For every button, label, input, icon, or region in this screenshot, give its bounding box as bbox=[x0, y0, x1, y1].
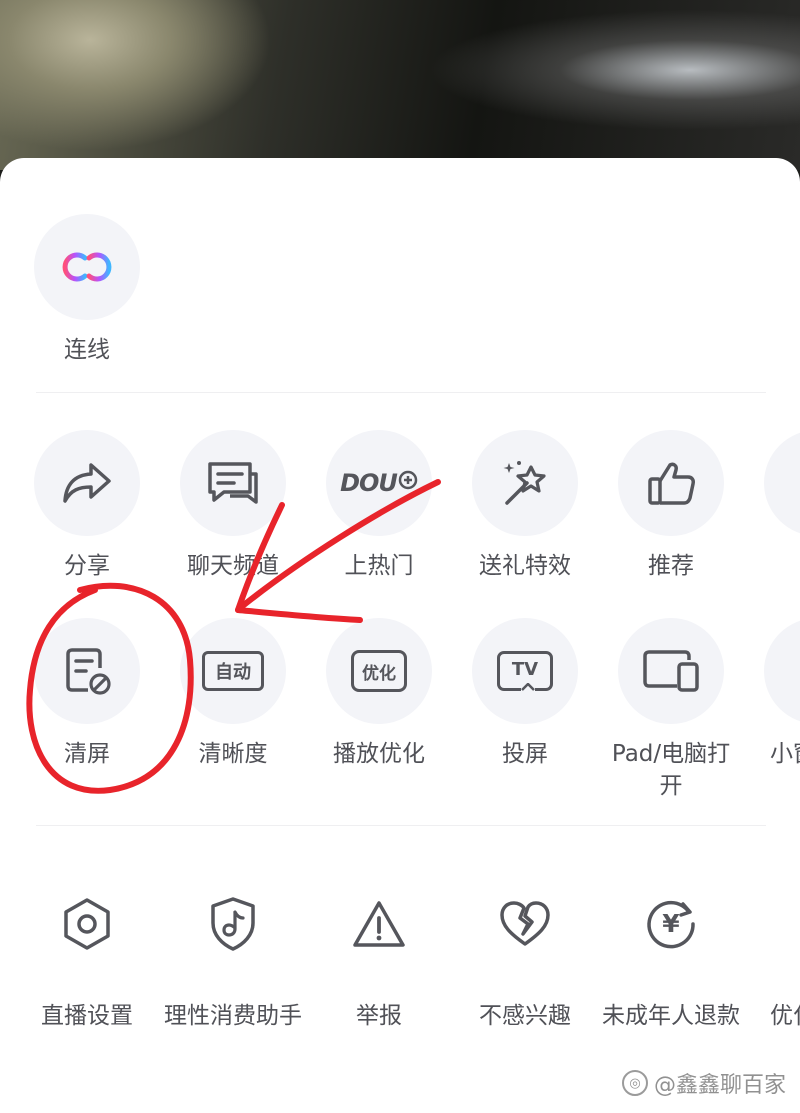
section-divider bbox=[36, 825, 766, 826]
dou-plus-icon: DOU bbox=[340, 469, 418, 497]
optimize-partial-button[interactable]: 优化 bbox=[744, 872, 800, 1032]
resolution-button[interactable]: 自动 清晰度 bbox=[160, 618, 306, 770]
promote-hot-button[interactable]: DOU 上热门 bbox=[306, 430, 452, 582]
settings-hex-icon bbox=[60, 896, 114, 952]
link-rings-icon bbox=[55, 247, 119, 287]
gift-effects-button[interactable]: 送礼特效 bbox=[452, 430, 598, 582]
yen-symbol: ¥ bbox=[662, 909, 680, 938]
share-button[interactable]: 分享 bbox=[14, 430, 160, 582]
tv-cast-icon-text: TV bbox=[511, 658, 539, 680]
share-label: 分享 bbox=[64, 553, 110, 579]
gift-effects-label: 送礼特效 bbox=[479, 553, 571, 579]
minor-refund-button[interactable]: ¥ 未成年人退款 bbox=[598, 872, 744, 1032]
small-window-button[interactable]: 小窗 bbox=[744, 618, 800, 770]
chat-icon bbox=[204, 458, 262, 508]
thumbs-up-icon bbox=[644, 457, 698, 509]
resolution-icon-text: 自动 bbox=[215, 662, 251, 683]
live-settings-label: 直播设置 bbox=[41, 1003, 133, 1029]
section-divider bbox=[36, 392, 766, 393]
yen-refund-icon: ¥ bbox=[643, 896, 699, 952]
report-label: 举报 bbox=[356, 1003, 402, 1029]
live-settings-button[interactable]: 直播设置 bbox=[14, 872, 160, 1032]
link-mic-circle bbox=[34, 214, 140, 320]
playback-optimize-button[interactable]: 优化 播放优化 bbox=[306, 618, 452, 770]
not-interested-button[interactable]: 不感兴趣 bbox=[452, 872, 598, 1032]
broken-heart-icon bbox=[497, 898, 553, 950]
chat-channel-button[interactable]: 聊天频道 bbox=[160, 430, 306, 582]
report-button[interactable]: 举报 bbox=[306, 872, 452, 1032]
resolution-label: 清晰度 bbox=[198, 741, 268, 767]
cast-screen-button[interactable]: TV 投屏 bbox=[452, 618, 598, 770]
small-window-label: 小窗 bbox=[770, 741, 800, 767]
live-video-background bbox=[0, 0, 800, 170]
share-icon bbox=[59, 459, 115, 507]
optimize-partial-label: 优化 bbox=[770, 1003, 800, 1029]
more-row1-partial-button[interactable] bbox=[744, 430, 800, 536]
minor-refund-label: 未成年人退款 bbox=[602, 1003, 740, 1029]
promote-hot-label: 上热门 bbox=[344, 553, 414, 579]
resolution-icon: 自动 bbox=[202, 651, 264, 691]
watermark: ◎ @鑫鑫聊百家 bbox=[621, 1067, 786, 1099]
recommend-label: 推荐 bbox=[648, 553, 694, 579]
gift-effects-icon bbox=[497, 455, 553, 511]
warning-icon bbox=[351, 898, 407, 950]
clear-screen-label: 清屏 bbox=[64, 741, 110, 767]
recommend-button[interactable]: 推荐 bbox=[598, 430, 744, 582]
tv-cast-icon: TV bbox=[497, 651, 553, 691]
spending-assistant-label: 理性消费助手 bbox=[164, 1003, 302, 1029]
playback-optimize-label: 播放优化 bbox=[333, 741, 425, 767]
chat-channel-label: 聊天频道 bbox=[187, 553, 279, 579]
open-on-pad-label: Pad/电脑打开 bbox=[611, 741, 731, 799]
link-mic-label: 连线 bbox=[64, 337, 110, 363]
open-on-pad-button[interactable]: Pad/电脑打开 bbox=[598, 618, 744, 802]
link-mic-button[interactable]: 连线 bbox=[14, 214, 160, 366]
pad-computer-icon bbox=[641, 648, 701, 694]
more-options-sheet: 连线 分享 聊天频道 DOU 上热门 送礼特效 推荐 清屏 自动 清晰度 优化 … bbox=[0, 158, 800, 1113]
spending-assistant-button[interactable]: 理性消费助手 bbox=[160, 872, 306, 1032]
playback-optimize-icon-text: 优化 bbox=[362, 663, 396, 684]
shield-music-icon bbox=[207, 895, 259, 953]
clear-screen-button[interactable]: 清屏 bbox=[14, 618, 160, 770]
watermark-text: @鑫鑫聊百家 bbox=[653, 1073, 786, 1098]
playback-optimize-icon: 优化 bbox=[351, 650, 407, 692]
clear-screen-icon bbox=[62, 644, 112, 698]
cast-screen-label: 投屏 bbox=[502, 741, 548, 767]
not-interested-label: 不感兴趣 bbox=[479, 1003, 571, 1029]
dou-plus-text: DOU bbox=[340, 469, 398, 497]
watermark-logo-icon: ◎ bbox=[621, 1070, 648, 1096]
